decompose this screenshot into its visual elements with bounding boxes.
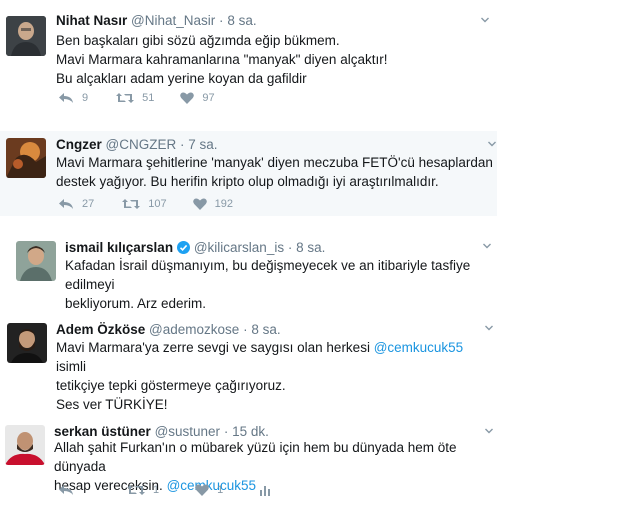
timestamp[interactable]: 8 sa. xyxy=(227,13,256,28)
verified-badge-icon xyxy=(177,241,191,254)
retweet-count: 107 xyxy=(148,198,167,210)
avatar[interactable] xyxy=(6,16,46,56)
reply-icon xyxy=(59,93,73,103)
tweet-4[interactable]: Adem Özköse @ademozkose · 8 sa. Mavi Mar… xyxy=(0,314,500,412)
display-name[interactable]: ismail kılıçarslan xyxy=(65,240,173,255)
retweet-button[interactable]: 51 xyxy=(116,92,154,104)
like-button[interactable]: 192 xyxy=(192,198,233,210)
reply-icon xyxy=(59,199,73,209)
chevron-down-icon[interactable] xyxy=(483,242,491,250)
tweet-text-line: Mavi Marmara'ya zerre sevgi ve saygısı o… xyxy=(56,338,496,376)
user-handle[interactable]: @CNGZER xyxy=(106,137,177,152)
display-name[interactable]: Nihat Nasır xyxy=(56,13,127,28)
user-handle[interactable]: @sustuner xyxy=(155,424,220,439)
tweet-text-line: destek yağıyor. Bu herifin kripto olup o… xyxy=(56,174,439,189)
chevron-down-icon[interactable] xyxy=(488,140,496,148)
tweet-text: Mavi Marmara'ya zerre sevgi ve saygısı o… xyxy=(56,340,374,355)
tweet-2[interactable]: Cngzer @CNGZER · 7 sa. Mavi Marmara şehi… xyxy=(0,131,497,216)
display-name[interactable]: Adem Özköse xyxy=(56,322,145,337)
like-count: 192 xyxy=(214,198,233,210)
separator: · xyxy=(223,424,229,439)
tweet-1[interactable]: Nihat Nasır @Nihat_Nasir · 8 sa. Ben baş… xyxy=(0,0,500,112)
analytics-button[interactable] xyxy=(259,484,279,496)
tweet-text-line: Allah şahit Furkan'ın o mübarek yüzü içi… xyxy=(54,440,457,474)
display-name[interactable]: serkan üstüner xyxy=(54,424,151,439)
separator: · xyxy=(243,322,248,337)
tweet-text-line: tetikçiye tepki göstermeye çağırıyoruz. xyxy=(56,378,286,393)
separator: · xyxy=(180,137,185,152)
reply-icon xyxy=(59,485,73,495)
heart-icon xyxy=(195,484,209,496)
like-count: 1 xyxy=(217,484,224,496)
user-handle[interactable]: @Nihat_Nasir xyxy=(131,13,215,28)
reply-button[interactable] xyxy=(58,484,82,496)
tweet-text: isimli xyxy=(56,359,86,374)
reply-count: 27 xyxy=(82,198,95,210)
retweet-count: 51 xyxy=(142,92,155,104)
retweet-icon xyxy=(122,199,141,209)
tweet-text-line: Mavi Marmara şehitlerine 'manyak' diyen … xyxy=(56,155,493,170)
avatar[interactable] xyxy=(16,241,56,281)
timestamp[interactable]: 7 sa. xyxy=(188,137,217,152)
heart-icon xyxy=(180,92,195,104)
analytics-icon xyxy=(260,486,271,496)
like-count: 97 xyxy=(202,92,215,104)
retweet-button[interactable]: 1 xyxy=(127,484,159,496)
retweet-count: 1 xyxy=(153,484,160,496)
chevron-down-icon[interactable] xyxy=(485,427,493,435)
tweet-text-line: Ses ver TÜRKİYE! xyxy=(56,397,168,412)
like-button[interactable]: 97 xyxy=(180,92,215,104)
tweet-3[interactable]: ismail kılıçarslan @kilicarslan_is · 8 s… xyxy=(8,234,496,311)
timestamp[interactable]: 8 sa. xyxy=(251,322,280,337)
tweet-text-line: bekliyorum. Arz ederim. xyxy=(65,296,207,311)
chevron-down-icon[interactable] xyxy=(485,324,493,332)
mention-link[interactable]: @cemkucuk55 xyxy=(374,340,464,355)
user-handle[interactable]: @ademozkose xyxy=(149,322,239,337)
timestamp[interactable]: 15 dk. xyxy=(232,424,269,439)
reply-count: 9 xyxy=(82,92,89,104)
heart-icon xyxy=(192,198,207,210)
user-handle[interactable]: @kilicarslan_is xyxy=(194,240,284,255)
reply-button[interactable]: 9 xyxy=(58,92,88,104)
retweet-icon xyxy=(127,485,145,495)
timestamp[interactable]: 8 sa. xyxy=(296,240,325,255)
separator: · xyxy=(219,13,224,28)
retweet-button[interactable]: 107 xyxy=(122,198,167,210)
retweet-icon xyxy=(116,93,135,103)
tweet-text-line: Bu alçakları adam yerine koyan da gafild… xyxy=(56,71,307,86)
reply-button[interactable]: 27 xyxy=(58,198,94,210)
separator: · xyxy=(287,240,293,255)
tweet-text-line: Mavi Marmara kahramanlarına "manyak" diy… xyxy=(56,52,388,67)
tweet-text-line: Kafadan İsrail düşmanıyım, bu değişmeyec… xyxy=(65,258,471,292)
avatar[interactable] xyxy=(7,323,47,363)
avatar[interactable] xyxy=(5,425,45,465)
display-name[interactable]: Cngzer xyxy=(56,137,102,152)
chevron-down-icon[interactable] xyxy=(481,16,489,24)
tweet-text-line: Ben başkaları gibi sözü ağzımda eğip bük… xyxy=(56,33,340,48)
avatar[interactable] xyxy=(6,138,46,178)
tweet-5[interactable]: serkan üstüner @sustuner · 15 dk. Allah … xyxy=(0,417,500,513)
like-button[interactable]: 1 xyxy=(195,484,223,496)
